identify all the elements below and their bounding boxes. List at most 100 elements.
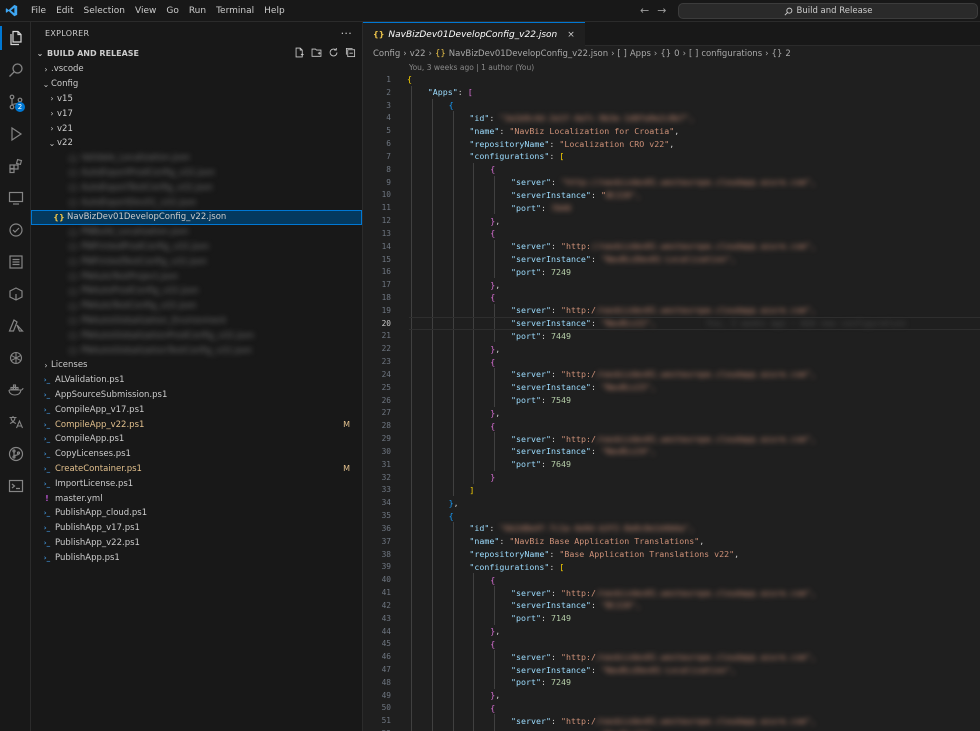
code-line[interactable]: 9 "server": "http://navbizdev01.westeurop… <box>363 175 980 189</box>
new-file-icon[interactable] <box>294 47 305 58</box>
editor-tab-active[interactable]: {} NavBizDev01DevelopConfig_v22.json × <box>363 22 585 46</box>
file-item[interactable]: ›_ CompileApp.ps1 <box>31 432 362 447</box>
menu-terminal[interactable]: Terminal <box>211 0 259 22</box>
menu-view[interactable]: View <box>130 0 161 22</box>
remote-explorer-icon[interactable] <box>0 182 31 214</box>
forward-arrow-icon[interactable]: → <box>657 4 666 17</box>
code-line[interactable]: 8{ <box>363 162 980 176</box>
extensions-icon[interactable] <box>0 150 31 182</box>
code-line[interactable]: 45 { <box>363 637 980 651</box>
code-line[interactable]: 19 "server": "http://navbizdev01.westeuro… <box>363 303 980 317</box>
explorer-icon[interactable] <box>0 22 31 54</box>
file-item[interactable]: {} PNAutoGlobalizationTestConfig_v22.json <box>31 343 362 358</box>
file-item[interactable]: ›_ CompileApp_v22.ps1 M <box>31 417 362 432</box>
code-line[interactable]: 30 "serverInstance": "NavBiz24", <box>363 445 980 458</box>
file-item[interactable]: ›_ CreateContainer.ps1 M <box>31 462 362 477</box>
code-line[interactable]: 32} <box>363 470 980 484</box>
containers-icon[interactable] <box>0 278 31 310</box>
menu-selection[interactable]: Selection <box>79 0 130 22</box>
git-graph-icon[interactable] <box>0 438 31 470</box>
breadcrumb-item[interactable]: v22 <box>410 49 426 59</box>
close-icon[interactable]: × <box>567 30 575 40</box>
file-item-selected[interactable]: {} NavBizDev01DevelopConfig_v22.json <box>31 209 362 225</box>
code-line[interactable]: 11 "port": 7049 <box>363 201 980 215</box>
code-line[interactable]: 35 { <box>363 509 980 522</box>
back-arrow-icon[interactable]: ← <box>640 4 649 17</box>
breadcrumb-item[interactable]: configurations <box>701 49 762 59</box>
code-line[interactable]: 26 "port": 7549 <box>363 393 980 407</box>
menu-run[interactable]: Run <box>184 0 211 22</box>
code-line[interactable]: 1{ <box>363 73 980 86</box>
terminal-icon[interactable] <box>0 470 31 502</box>
file-item[interactable]: ›_ PublishApp_v17.ps1 <box>31 521 362 536</box>
code-line[interactable]: 40 { <box>363 573 980 587</box>
folder-vscode[interactable]: › .vscode <box>31 62 362 77</box>
code-line[interactable]: 44}, <box>363 624 980 638</box>
folder-v17[interactable]: › v17 <box>31 106 362 121</box>
code-line[interactable]: 25 "serverInstance": "NavBiz23", <box>363 380 980 394</box>
code-line[interactable]: 42 "serverInstance": "BC220", <box>363 598 980 612</box>
code-line[interactable]: 29 "server": "http://navbizdev01.westeuro… <box>363 432 980 446</box>
code-line[interactable]: 51 "server": "http://navbizdev01.westeuro… <box>363 714 980 728</box>
folder-v22[interactable]: ⌄ v22 <box>31 136 362 151</box>
code-line[interactable]: 12}, <box>363 214 980 227</box>
new-folder-icon[interactable] <box>311 47 322 58</box>
code-line[interactable]: 10 "serverInstance": "BC220", <box>363 188 980 202</box>
code-line[interactable]: 6 "repositoryName": "Localization CRO v22… <box>363 137 980 150</box>
codelens-blame[interactable]: You, 3 weeks ago | 1 author (You) <box>363 61 980 73</box>
more-actions-icon[interactable]: ··· <box>341 27 352 40</box>
code-line[interactable]: 2 "Apps": [ <box>363 85 980 99</box>
file-item[interactable]: {} PNPrintedProdConfig_v22.json <box>31 240 362 255</box>
code-line[interactable]: 18 { <box>363 291 980 304</box>
code-line[interactable]: 4 "id": "3a1b9c4d-2e1f-4a7c-9b3e-1d0fa9e2… <box>363 111 980 125</box>
code-line[interactable]: 47 "serverInstance": "NavBizDev01-Localiz… <box>363 663 980 676</box>
menu-file[interactable]: File <box>26 0 51 22</box>
command-center[interactable]: Build and Release <box>678 3 978 19</box>
file-item[interactable]: {} PNAutoGlobalizationProdConfig_v22.json <box>31 328 362 343</box>
file-item[interactable]: {} AutoExportProdConfig_v22.json <box>31 166 362 181</box>
workspace-section-header[interactable]: ⌄ BUILD AND RELEASE <box>31 44 362 62</box>
breadcrumb-item[interactable]: NavBizDev01DevelopConfig_v22.json <box>449 49 608 59</box>
folder-v21[interactable]: › v21 <box>31 121 362 136</box>
docker-icon[interactable] <box>0 374 31 406</box>
code-line[interactable]: 43 "port": 7149 <box>363 611 980 625</box>
code-line[interactable]: 21 "port": 7449 <box>363 329 980 343</box>
azure-icon[interactable] <box>0 310 31 342</box>
source-control-icon[interactable]: 2 <box>0 86 31 118</box>
code-line[interactable]: 31 "port": 7649 <box>363 457 980 471</box>
code-line[interactable]: 24 "server": "http://navbizdev01.westeuro… <box>363 368 980 381</box>
code-line[interactable]: 36 "id": "6b2d8e4f-7c1a-4e9d-b3f2-8a9c0e1… <box>363 521 980 535</box>
run-debug-icon[interactable] <box>0 118 31 150</box>
refresh-icon[interactable] <box>328 47 339 58</box>
file-item[interactable]: ›_ PublishApp_v22.ps1 <box>31 536 362 551</box>
testing-icon[interactable] <box>0 214 31 246</box>
code-editor[interactable]: 1{2 "Apps": [3{4 "id": "3a1b9c4d-2e1f-4a7c… <box>363 73 980 731</box>
file-item[interactable]: ›_ CopyLicenses.ps1 <box>31 447 362 462</box>
file-item[interactable]: {} AutoExportTestConfig_v22.json <box>31 180 362 195</box>
file-item[interactable]: ›_ ImportLicense.ps1 <box>31 476 362 491</box>
translate-icon[interactable] <box>0 406 31 438</box>
collapse-all-icon[interactable] <box>345 47 356 58</box>
menu-edit[interactable]: Edit <box>51 0 78 22</box>
code-line[interactable]: 28 { <box>363 419 980 433</box>
code-line[interactable]: 52"serverInstance": "NavBiz22", <box>363 727 980 731</box>
file-item[interactable]: ›_ ALValidation.ps1 <box>31 373 362 388</box>
code-line[interactable]: 41 "server": "http://navbizdev01.westeuro… <box>363 586 980 599</box>
menu-help[interactable]: Help <box>259 0 290 22</box>
code-line[interactable]: 16 "port": 7249 <box>363 265 980 279</box>
file-item[interactable]: {} PNAutoTestProject.json <box>31 269 362 284</box>
file-item[interactable]: {} PNBuild_Localization.json <box>31 225 362 240</box>
code-line[interactable]: 20 "serverInstance": "NavBiz22", You, 3 w… <box>363 316 980 330</box>
file-item[interactable]: {} PNAutoTestConfig_v22.json <box>31 299 362 314</box>
code-line[interactable]: 27}, <box>363 406 980 420</box>
openai-icon[interactable] <box>0 342 31 374</box>
code-line[interactable]: 33] <box>363 483 980 497</box>
code-line[interactable]: 13 { <box>363 226 980 240</box>
code-line[interactable]: 15 "serverInstance": "NavBizDev01-Localiz… <box>363 252 980 266</box>
folder-v15[interactable]: › v15 <box>31 92 362 107</box>
code-line[interactable]: 17}, <box>363 278 980 292</box>
file-item[interactable]: {} PNPrintedTestConfig_v22.json <box>31 254 362 269</box>
code-line[interactable]: 49}, <box>363 688 980 702</box>
breadcrumb-item[interactable]: Config <box>373 49 400 59</box>
code-line[interactable]: 22}, <box>363 342 980 356</box>
